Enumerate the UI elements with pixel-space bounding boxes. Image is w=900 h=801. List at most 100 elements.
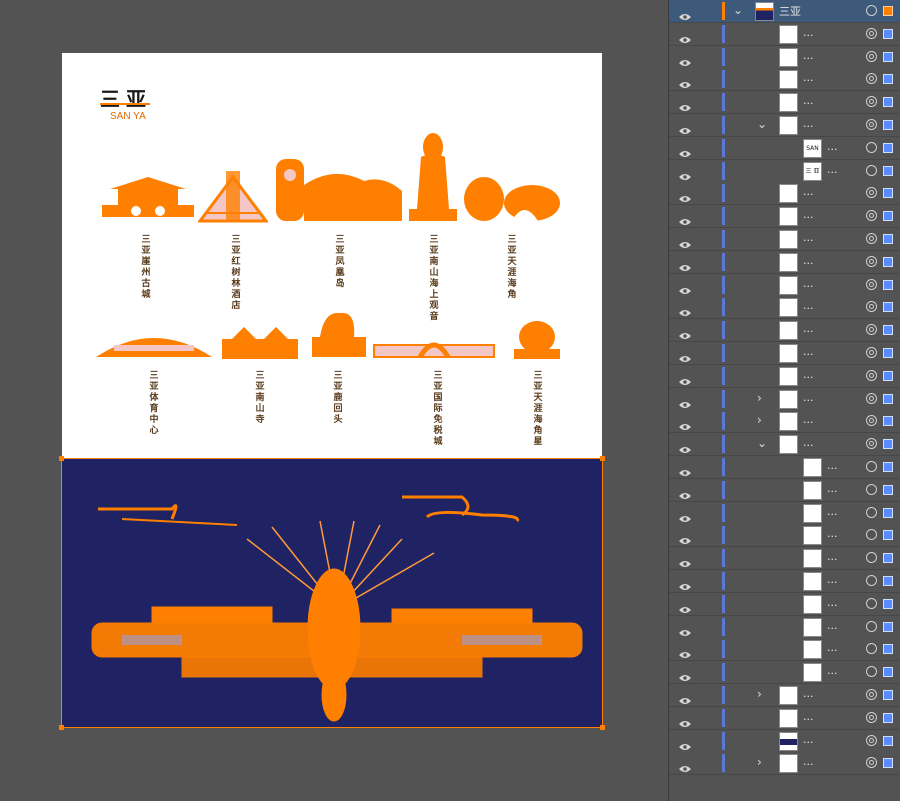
layer-row[interactable]: ...	[669, 45, 900, 69]
eye-icon[interactable]	[679, 234, 691, 248]
selection-indicator[interactable]	[883, 758, 893, 769]
selection-indicator[interactable]	[883, 74, 893, 85]
target-icon[interactable]	[866, 369, 877, 381]
eye-icon[interactable]	[679, 599, 691, 613]
selection-indicator[interactable]	[883, 393, 893, 404]
target-icon[interactable]	[866, 711, 877, 723]
eye-icon[interactable]	[679, 690, 691, 704]
layer-name[interactable]: 三亚	[779, 3, 801, 19]
eye-icon[interactable]	[679, 29, 691, 43]
layer-name[interactable]: ...	[803, 733, 814, 746]
eye-icon[interactable]	[679, 416, 691, 431]
layer-row[interactable]: ...	[669, 706, 900, 730]
layer-row[interactable]: ›...	[669, 684, 900, 707]
resize-handle-br[interactable]	[600, 725, 605, 730]
chevron-right-icon[interactable]: ›	[757, 391, 762, 405]
layer-row[interactable]: ...	[669, 478, 900, 502]
target-icon[interactable]	[866, 347, 877, 358]
target-icon[interactable]	[866, 50, 877, 62]
target-icon[interactable]	[866, 164, 877, 176]
target-icon[interactable]	[866, 643, 877, 655]
layer-row[interactable]: ...	[669, 342, 900, 365]
layer-row[interactable]: ...	[669, 228, 900, 251]
layer-name[interactable]: ...	[803, 231, 814, 244]
eye-icon[interactable]	[679, 120, 691, 134]
eye-icon[interactable]	[679, 143, 691, 157]
target-icon[interactable]	[866, 597, 877, 609]
target-icon[interactable]	[866, 301, 877, 313]
selection-indicator[interactable]	[883, 51, 893, 62]
layer-row[interactable]: ›...	[669, 752, 900, 776]
layer-row[interactable]: ...	[669, 68, 900, 92]
layer-row[interactable]: ...	[669, 364, 900, 388]
selection-indicator[interactable]	[883, 120, 893, 130]
selection-indicator[interactable]	[883, 28, 893, 39]
layer-name[interactable]: ...	[827, 664, 838, 677]
layer-name[interactable]: ...	[803, 94, 814, 107]
eye-icon[interactable]	[679, 713, 691, 727]
layer-row[interactable]: ...	[669, 296, 900, 320]
landmark-duty-free-city[interactable]	[372, 337, 496, 359]
eye-icon[interactable]	[679, 302, 691, 317]
landmark-luhuitou[interactable]	[310, 307, 368, 359]
chevron-right-icon[interactable]: ›	[757, 755, 762, 769]
target-icon[interactable]	[866, 620, 877, 632]
layer-name[interactable]: ...	[827, 140, 838, 153]
layer-name[interactable]: ...	[803, 185, 814, 198]
layer-name[interactable]: ...	[827, 550, 838, 563]
layer-name[interactable]: ...	[827, 527, 838, 540]
selection-indicator[interactable]	[883, 484, 893, 495]
layer-name[interactable]: ...	[803, 71, 814, 84]
target-icon[interactable]	[866, 141, 877, 153]
layer-name[interactable]: ...	[803, 254, 814, 267]
selection-indicator[interactable]	[883, 690, 893, 700]
eye-icon[interactable]	[679, 439, 691, 454]
layer-row[interactable]: ...	[669, 182, 900, 206]
eye-icon[interactable]	[679, 188, 691, 203]
selected-artwork[interactable]	[62, 459, 602, 727]
selection-indicator[interactable]	[883, 348, 893, 358]
eye-icon[interactable]	[679, 736, 691, 750]
selection-indicator[interactable]	[883, 621, 893, 632]
selection-indicator[interactable]	[883, 97, 893, 108]
selection-indicator[interactable]	[883, 553, 893, 564]
layer-name[interactable]: ...	[827, 619, 838, 632]
target-icon[interactable]	[866, 27, 877, 39]
selection-indicator[interactable]	[883, 256, 893, 267]
eye-icon[interactable]	[679, 6, 691, 20]
eye-icon[interactable]	[679, 371, 691, 385]
layer-name[interactable]: ...	[827, 641, 838, 654]
layer-row[interactable]: ...	[669, 319, 900, 343]
resize-handle-tr[interactable]	[600, 456, 605, 461]
selection-indicator[interactable]	[883, 507, 893, 518]
selection-indicator[interactable]	[883, 302, 893, 313]
target-icon[interactable]	[866, 438, 877, 450]
selection-indicator[interactable]	[883, 667, 893, 678]
target-icon[interactable]	[866, 187, 877, 199]
artboard[interactable]: 三亚 SAN YA 三亚崖州古城 三亚红树林酒店 三亚凤凰岛 三亚南山海上观音 …	[62, 53, 602, 460]
layer-row[interactable]: ...	[669, 501, 900, 525]
selection-indicator[interactable]	[883, 370, 893, 381]
target-icon[interactable]	[866, 392, 877, 404]
eye-icon[interactable]	[679, 553, 691, 568]
selection-indicator[interactable]	[883, 234, 893, 244]
layer-row[interactable]: ...	[669, 205, 900, 229]
layer-name[interactable]: ...	[803, 49, 814, 62]
layer-row[interactable]: ...	[669, 570, 900, 593]
layer-name[interactable]: ...	[803, 687, 814, 700]
selection-indicator[interactable]	[883, 462, 893, 472]
target-icon[interactable]	[866, 5, 877, 16]
layer-row[interactable]: ...	[669, 273, 900, 297]
landmark-nanshan-temple[interactable]	[220, 325, 300, 359]
target-icon[interactable]	[866, 415, 877, 427]
target-icon[interactable]	[866, 73, 877, 85]
layer-name[interactable]: ...	[803, 368, 814, 381]
eye-icon[interactable]	[679, 348, 691, 362]
selection-indicator[interactable]	[883, 735, 893, 746]
eye-icon[interactable]	[679, 280, 691, 294]
selection-indicator[interactable]	[883, 325, 893, 336]
layer-row[interactable]: ›...	[669, 410, 900, 434]
layer-row[interactable]: ...	[669, 547, 900, 571]
layer-row[interactable]: ...	[669, 661, 900, 685]
target-icon[interactable]	[866, 233, 877, 244]
